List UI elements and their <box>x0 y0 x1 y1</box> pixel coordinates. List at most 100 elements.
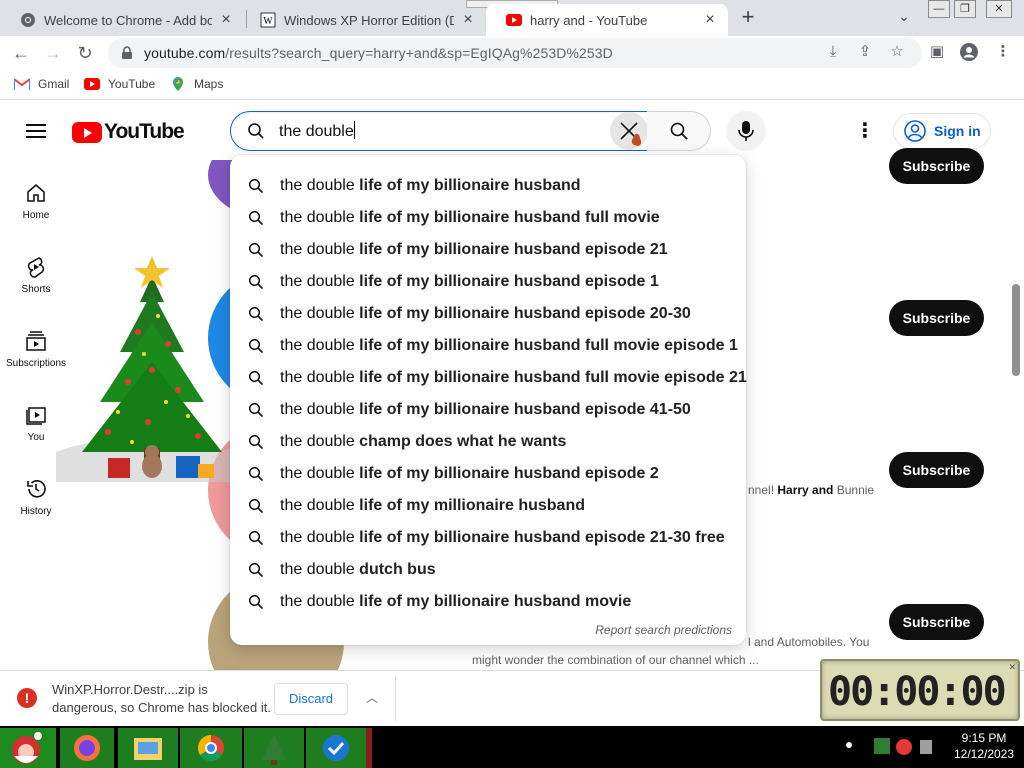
suggestion-typed-text: the double <box>280 401 355 418</box>
hamburger-menu-icon[interactable] <box>24 120 48 140</box>
sign-in-button[interactable]: Sign in <box>893 113 991 149</box>
taskbar-firefox[interactable] <box>60 728 114 768</box>
suggestion-completion-text: life of my billionaire husband episode 1 <box>354 273 659 290</box>
forward-arrow-icon[interactable]: → <box>40 40 66 66</box>
download-item[interactable]: WinXP.Horror.Destr....zip is dangerous, … <box>52 681 271 717</box>
suggestion-typed-text: the double <box>280 561 355 578</box>
lock-icon[interactable] <box>120 46 134 60</box>
search-icon <box>248 210 264 226</box>
chrome-icon <box>20 12 36 28</box>
sidebar-item-label: History <box>20 506 52 517</box>
timer-widget[interactable]: 00:00:00 ✕ <box>820 659 1020 721</box>
chrome-menu-icon[interactable]: ⋮ <box>994 43 1012 61</box>
subscribe-button[interactable]: Subscribe <box>889 604 984 640</box>
search-input[interactable]: the double <box>230 111 648 151</box>
sidebar-item-home[interactable]: Home <box>0 168 72 232</box>
clear-search-button[interactable] <box>610 112 648 150</box>
tray-icons[interactable] <box>874 736 936 758</box>
taskbar-clock[interactable]: 9:15 PM 12/12/2023 <box>946 730 1022 762</box>
suggestion-item[interactable]: the double life of my billionaire husban… <box>230 234 746 266</box>
new-tab-button[interactable]: + <box>736 6 760 30</box>
address-bar[interactable]: youtube.com/results?search_query=harry+a… <box>108 38 922 68</box>
youtube-logo[interactable]: YouTube <box>72 120 185 144</box>
christmas-tree-icon <box>56 256 248 482</box>
snippet-highlight: Harry and <box>777 483 834 497</box>
tab-welcome[interactable]: Welcome to Chrome - Add book × <box>0 4 244 36</box>
tab-windows-xp-horror[interactable]: W Windows XP Horror Edition (Dest × <box>240 4 486 36</box>
channel-description: nnel! Harry and Bunnie <box>748 483 874 497</box>
report-search-predictions-link[interactable]: Report search predictions <box>595 623 732 637</box>
start-button[interactable] <box>0 728 56 768</box>
suggestion-item[interactable]: the double life of my billionaire husban… <box>230 394 746 426</box>
tab-title: Welcome to Chrome - Add book <box>44 12 212 28</box>
subscribe-button[interactable]: Subscribe <box>889 148 984 184</box>
taskbar-file-explorer[interactable] <box>118 728 178 768</box>
clock-time: 9:15 PM <box>961 731 1007 745</box>
close-icon[interactable]: ✕ <box>1008 662 1016 673</box>
search-icon <box>248 178 264 194</box>
tab-youtube[interactable]: harry and - YouTube × <box>486 4 728 36</box>
url-text: youtube.com/results?search_query=harry+a… <box>144 45 613 61</box>
suggestion-item[interactable]: the double life of my billionaire husban… <box>230 458 746 490</box>
settings-more-icon[interactable]: ⋮ <box>854 120 876 142</box>
suggestion-item[interactable]: the double life of my millionaire husban… <box>230 490 746 522</box>
minimize-icon[interactable]: — <box>928 0 950 18</box>
gmail-icon <box>14 78 30 90</box>
reload-icon[interactable]: ↻ <box>72 40 98 66</box>
download-warning-text: dangerous, so Chrome has blocked it. <box>52 700 271 715</box>
search-button[interactable] <box>647 111 711 151</box>
side-panel-icon[interactable]: ▣ <box>928 43 946 61</box>
tab-title: harry and - YouTube <box>530 12 648 28</box>
share-icon[interactable]: ⇪ <box>856 43 874 61</box>
page-scrollbar[interactable] <box>1012 284 1020 376</box>
search-icon <box>248 123 264 139</box>
search-icon <box>248 274 264 290</box>
shield-icon <box>323 735 349 761</box>
tab-search-chevron-icon[interactable]: ⌄ <box>894 8 914 28</box>
chevron-up-icon[interactable]: ︿ <box>362 689 382 709</box>
restore-icon[interactable]: ❐ <box>954 0 976 18</box>
bookmark-maps[interactable]: Maps <box>170 76 223 92</box>
suggestion-typed-text: the double <box>280 337 355 354</box>
search-icon <box>248 594 264 610</box>
suggestion-item[interactable]: the double life of my billionaire husban… <box>230 522 746 554</box>
suggestion-completion-text: life of my billionaire husband full movi… <box>354 209 660 226</box>
subscribe-button[interactable]: Subscribe <box>889 452 984 488</box>
clock-date: 12/12/2023 <box>953 747 1015 761</box>
microphone-icon <box>738 121 754 141</box>
profile-icon[interactable] <box>960 43 978 61</box>
install-app-icon[interactable]: ⤓ <box>824 43 842 61</box>
bookmark-gmail[interactable]: Gmail <box>14 76 69 92</box>
suggestion-item[interactable]: the double life of my billionaire husban… <box>230 586 746 618</box>
taskbar-chrome[interactable] <box>180 728 242 768</box>
subscribe-button[interactable]: Subscribe <box>889 300 984 336</box>
voice-search-button[interactable] <box>726 111 766 151</box>
close-tab-icon[interactable]: × <box>218 12 234 28</box>
taskbar-christmas-tree[interactable] <box>244 728 304 768</box>
suggestion-item[interactable]: the double life of my billionaire husban… <box>230 170 746 202</box>
suggestion-completion-text: life of my billionaire husband <box>354 177 581 194</box>
suggestion-item[interactable]: the double champ does what he wants <box>230 426 746 458</box>
youtube-icon <box>506 12 522 28</box>
suggestion-completion-text: life of my billionaire husband episode 2… <box>354 305 691 322</box>
bookmark-youtube[interactable]: YouTube <box>84 76 155 92</box>
search-icon <box>248 434 264 450</box>
warning-icon: ! <box>17 688 37 708</box>
suggestion-item[interactable]: the double life of my billionaire husban… <box>230 362 747 394</box>
suggestion-item[interactable]: the double life of my billionaire husban… <box>230 330 746 362</box>
close-tab-icon[interactable]: × <box>702 12 718 28</box>
suggestion-typed-text: the double <box>280 305 355 322</box>
suggestion-item[interactable]: the double dutch bus <box>230 554 746 586</box>
suggestion-item[interactable]: the double life of my billionaire husban… <box>230 266 746 298</box>
bookmark-star-icon[interactable]: ☆ <box>888 43 906 61</box>
suggestion-completion-text: dutch bus <box>354 561 436 578</box>
chrome-icon <box>197 734 224 762</box>
discard-button[interactable]: Discard <box>274 683 348 715</box>
close-window-icon[interactable]: ✕ <box>986 0 1012 18</box>
taskbar-security-app[interactable] <box>306 728 366 768</box>
close-tab-icon[interactable]: × <box>460 12 476 28</box>
suggestion-item[interactable]: the double life of my billionaire husban… <box>230 202 746 234</box>
back-arrow-icon[interactable]: ← <box>8 40 34 66</box>
suggestion-item[interactable]: the double life of my billionaire husban… <box>230 298 746 330</box>
search-icon <box>248 338 264 354</box>
